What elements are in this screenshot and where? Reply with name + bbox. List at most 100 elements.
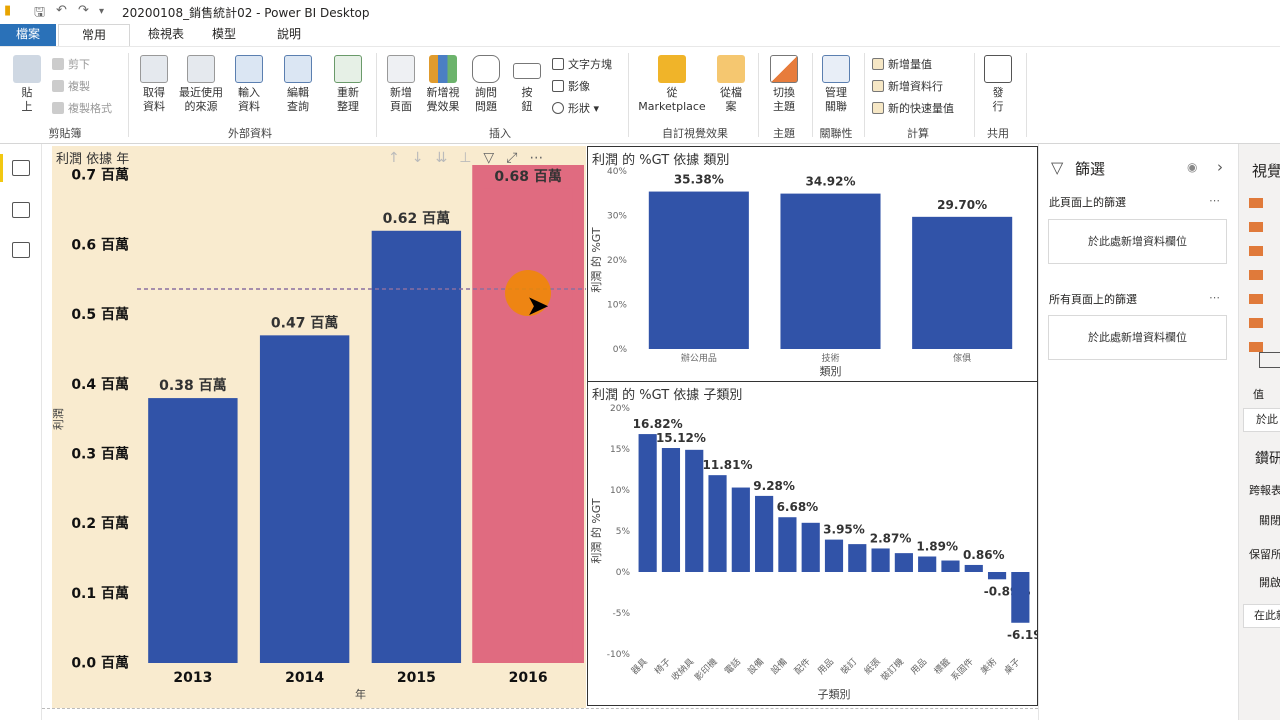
ribbon: 貼 上 剪下 複製 複製格式 剪貼簿 取得 資料 最近使用 的來源 輸入 資料 … bbox=[0, 46, 1280, 144]
bar bbox=[918, 556, 937, 572]
shapes-button[interactable]: 形狀 ▾ bbox=[552, 100, 599, 116]
report-view-icon[interactable] bbox=[12, 160, 30, 176]
y-tick-label: 5% bbox=[616, 527, 631, 537]
x-tick-label: 電話 bbox=[722, 656, 743, 677]
enter-data-button[interactable]: 輸入 資料 bbox=[232, 55, 266, 114]
edit-queries-button[interactable]: 編輯 查詢 bbox=[280, 55, 316, 114]
bar bbox=[708, 475, 727, 572]
title-bar: ▮ 🖫 ↶ ↷ ▾ 20200108_銷售統計02 - Power BI Des… bbox=[0, 0, 1280, 24]
y-tick-label: 10% bbox=[610, 486, 630, 496]
divider bbox=[812, 53, 813, 137]
new-page-button[interactable]: 新增 頁面 bbox=[383, 55, 419, 114]
y-tick-label: 30% bbox=[607, 212, 627, 222]
profit-by-year-chart[interactable]: 利潤 依據 年 ↑↓⇊⊥▽⤢⋯ 0.0 百萬 0.1 百萬 0.2 百萬 0.3 百萬… bbox=[52, 146, 586, 708]
get-data-button[interactable]: 取得 資料 bbox=[136, 55, 172, 114]
tab-home[interactable]: 常用 bbox=[58, 24, 130, 46]
from-marketplace-button[interactable]: 從 Marketplace bbox=[634, 55, 710, 114]
x-axis-title: 子類別 bbox=[818, 688, 851, 701]
bar bbox=[638, 434, 657, 572]
data-label: 0.86% bbox=[963, 548, 1005, 562]
copy-button[interactable]: 複製 bbox=[52, 78, 90, 94]
bar bbox=[801, 522, 820, 572]
new-quick-measure-button[interactable]: 新的快速量值 bbox=[872, 100, 954, 116]
profit-pct-by-category-chart[interactable]: 利潤 的 %GT 依據 類別 0% 10% 20% 30% 40% 利潤 的 %GT 類別辦… bbox=[587, 146, 1038, 382]
from-file-button[interactable]: 從檔 案 bbox=[714, 55, 748, 114]
data-label: 35.38% bbox=[674, 173, 724, 187]
model-view-icon[interactable] bbox=[12, 242, 30, 258]
bar bbox=[912, 216, 1013, 349]
bar bbox=[848, 544, 867, 572]
cross-report-toggle[interactable]: 關閉 bbox=[1259, 512, 1280, 528]
x-tick-label: 2014 bbox=[285, 670, 324, 686]
x-tick-label: 紙張 bbox=[861, 656, 882, 677]
profit-pct-by-subcategory-chart[interactable]: 利潤 的 %GT 依據 子類別 -10% -5% 0% 5% 10% 15% 20% 利潤 的… bbox=[587, 381, 1038, 706]
redo-icon[interactable]: ↷ bbox=[78, 3, 89, 18]
keep-filters-toggle[interactable]: 開啟 bbox=[1259, 574, 1280, 590]
y-tick-label: 0.0 百萬 bbox=[71, 655, 129, 672]
tab-file[interactable]: 檔案 bbox=[0, 24, 56, 46]
refresh-button[interactable]: 重新 整理 bbox=[330, 55, 366, 114]
bar bbox=[685, 449, 704, 572]
clipboard-icon bbox=[13, 55, 41, 83]
group-share: 共用 bbox=[987, 127, 1009, 140]
tab-help[interactable]: 說明 bbox=[265, 24, 313, 46]
tab-view[interactable]: 檢視表 bbox=[136, 24, 196, 46]
chart-svg: 0.0 百萬 0.1 百萬 0.2 百萬 0.3 百萬 0.4 百萬 0.5 百萬 0.6 … bbox=[52, 165, 586, 701]
viz-title: 視覺 bbox=[1252, 162, 1280, 180]
undo-icon[interactable]: ↶ bbox=[56, 3, 67, 18]
visualizations-pane: 視覺 值 於此 鑽研 跨報表 關閉 保留所 開啟 在此新 bbox=[1238, 144, 1280, 720]
data-label: 0.47 百萬 bbox=[271, 314, 338, 331]
manage-relationships-button[interactable]: 管理 關聯 bbox=[818, 55, 854, 114]
data-label: 9.28% bbox=[753, 479, 795, 493]
format-painter-button[interactable]: 複製格式 bbox=[52, 100, 112, 116]
visual-type-icons[interactable] bbox=[1249, 198, 1263, 358]
paste-button[interactable]: 貼 上 bbox=[10, 55, 44, 114]
y-tick-label: -10% bbox=[607, 650, 631, 660]
new-measure-button[interactable]: 新增量值 bbox=[872, 56, 932, 72]
divider bbox=[376, 53, 377, 137]
data-label: 0.68 百萬 bbox=[494, 168, 561, 185]
x-tick-label: 2015 bbox=[397, 670, 436, 686]
fields-tab-icon[interactable] bbox=[1259, 352, 1280, 368]
cross-report-label: 跨報表 bbox=[1249, 484, 1280, 497]
database-icon bbox=[140, 55, 168, 83]
divider bbox=[864, 53, 865, 137]
ribbon-tabs: 檔案 常用 檢視表 模型 說明 bbox=[0, 24, 1280, 46]
customize-toolbar-icon[interactable]: ▾ bbox=[99, 6, 104, 17]
bar bbox=[755, 495, 774, 572]
drillthrough-dropzone[interactable]: 在此新 bbox=[1243, 604, 1280, 628]
collapse-pane-icon[interactable]: › bbox=[1217, 158, 1223, 176]
bar bbox=[964, 564, 983, 572]
y-tick-label: 0.5 百萬 bbox=[71, 306, 129, 323]
y-tick-label: 0% bbox=[613, 345, 628, 355]
recent-sources-button[interactable]: 最近使用 的來源 bbox=[175, 55, 227, 114]
buttons-button[interactable]: 按 鈕 bbox=[510, 55, 544, 114]
group-custom-visuals: 自訂視覺效果 bbox=[662, 127, 728, 140]
table-icon bbox=[235, 55, 263, 83]
y-tick-label: 10% bbox=[607, 301, 627, 311]
ask-question-button[interactable]: 詢問 問題 bbox=[468, 55, 504, 114]
add-field-dropzone[interactable]: 於此處新增資料欄位 bbox=[1048, 219, 1227, 264]
image-button[interactable]: 影像 bbox=[552, 78, 590, 94]
data-label: 29.70% bbox=[937, 198, 987, 212]
text-box-button[interactable]: 文字方塊 bbox=[552, 56, 612, 72]
save-icon[interactable]: 🖫 bbox=[34, 3, 45, 25]
x-tick-label: 用品 bbox=[816, 656, 837, 677]
bar bbox=[148, 398, 238, 663]
refresh-icon bbox=[334, 55, 362, 83]
tab-model[interactable]: 模型 bbox=[200, 24, 248, 46]
new-column-button[interactable]: 新增資料行 bbox=[872, 78, 943, 94]
data-view-icon[interactable] bbox=[12, 202, 30, 218]
values-dropzone[interactable]: 於此 bbox=[1243, 408, 1280, 432]
eye-icon[interactable]: ◉ bbox=[1187, 160, 1197, 174]
divider bbox=[974, 53, 975, 137]
publish-button[interactable]: 發 行 bbox=[980, 55, 1016, 114]
add-field-dropzone[interactable]: 於此處新增資料欄位 bbox=[1048, 315, 1227, 360]
data-label: 0.62 百萬 bbox=[383, 210, 450, 227]
more-options-icon[interactable]: ⋯ bbox=[1209, 194, 1220, 207]
cut-button[interactable]: 剪下 bbox=[52, 56, 90, 72]
x-tick-label: 椅子 bbox=[652, 656, 673, 677]
switch-theme-button[interactable]: 切換 主題 bbox=[766, 55, 802, 114]
more-options-icon[interactable]: ⋯ bbox=[1209, 291, 1220, 304]
new-visual-button[interactable]: 新增視 覺效果 bbox=[422, 55, 464, 114]
